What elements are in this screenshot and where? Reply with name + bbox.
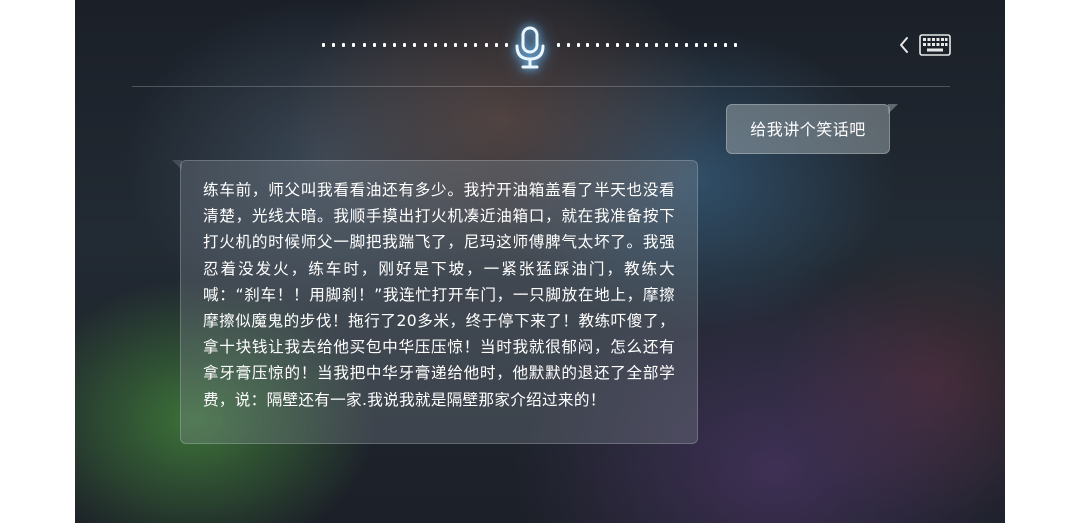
bubble-tail (172, 160, 182, 170)
voice-assistant-screen: 给我讲个笑话吧 练车前，师父叫我看看油还有多少。我拧开油箱盖看了半天也没看清楚，… (75, 0, 1005, 523)
keyboard-icon[interactable] (919, 34, 951, 56)
user-message-bubble: 给我讲个笑话吧 (726, 104, 898, 154)
voice-wave-left (322, 43, 508, 47)
voice-wave-right (557, 43, 737, 47)
header-divider (132, 86, 950, 87)
assistant-reply-text: 练车前，师父叫我看看油还有多少。我拧开油箱盖看了半天也没看清楚，光线太暗。我顺手… (203, 181, 675, 409)
assistant-reply-bubble: 练车前，师父叫我看看油还有多少。我拧开油箱盖看了半天也没看清楚，光线太暗。我顺手… (172, 160, 698, 444)
user-message-text: 给我讲个笑话吧 (750, 120, 866, 139)
chevron-left-icon[interactable] (898, 36, 910, 54)
bubble-tail (888, 104, 898, 114)
microphone-icon[interactable] (512, 26, 548, 70)
voice-input-bar (75, 0, 1005, 86)
